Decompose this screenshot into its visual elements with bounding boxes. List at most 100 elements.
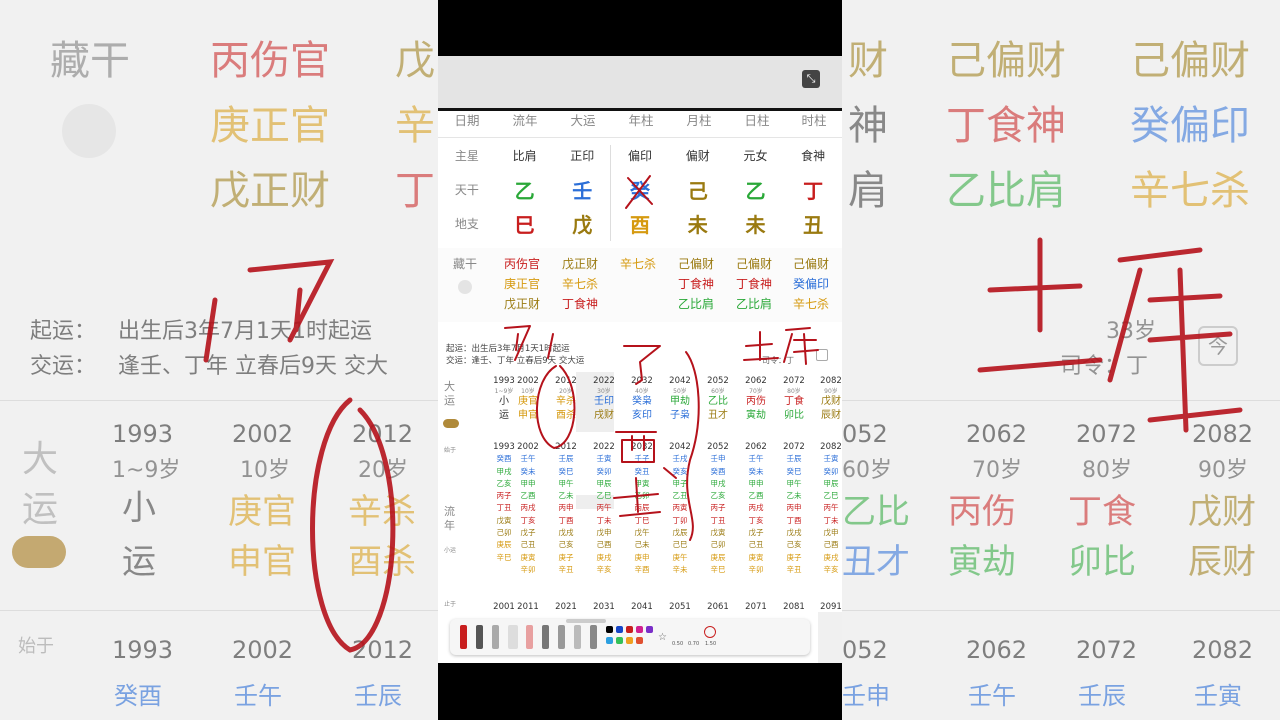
liunian-item[interactable]: 庚寅 bbox=[738, 552, 774, 564]
liunian-item[interactable]: 戊子 bbox=[738, 527, 774, 539]
size-150[interactable]: 1.50 bbox=[705, 641, 716, 647]
liunian-item[interactable]: 庚子 bbox=[548, 552, 584, 564]
liunian-item[interactable]: 乙卯 bbox=[624, 490, 660, 502]
liunian-item[interactable]: 庚辰 bbox=[700, 552, 736, 564]
liunian-item[interactable]: 壬午 bbox=[510, 453, 546, 465]
liunian-item[interactable]: 丙戌 bbox=[738, 502, 774, 514]
selected-size-icon[interactable] bbox=[704, 626, 716, 638]
liunian-item[interactable]: 庚午 bbox=[662, 552, 698, 564]
liunian-item[interactable]: 辛卯 bbox=[738, 564, 774, 576]
liunian-item[interactable]: 丁酉 bbox=[776, 515, 812, 527]
liunian-item[interactable]: 甲申 bbox=[510, 478, 546, 490]
liunian-item[interactable]: 己丑 bbox=[510, 539, 546, 551]
liunian-item[interactable]: 己亥 bbox=[548, 539, 584, 551]
liunian-item[interactable]: 己丑 bbox=[738, 539, 774, 551]
color-swatch[interactable] bbox=[616, 626, 623, 633]
color-swatch[interactable] bbox=[626, 626, 633, 633]
red-pen-tool[interactable] bbox=[460, 625, 467, 649]
liunian-item[interactable]: 丁酉 bbox=[548, 515, 584, 527]
pin-icon[interactable] bbox=[458, 280, 472, 294]
liunian-item[interactable]: 庚申 bbox=[624, 552, 660, 564]
liunian-item[interactable]: 辛未 bbox=[662, 564, 698, 576]
liunian-item[interactable]: 癸未 bbox=[510, 466, 546, 478]
color-swatch[interactable] bbox=[636, 626, 643, 633]
dayun-column[interactable]: 2002 10岁 庚官 申官 bbox=[510, 376, 546, 423]
liunian-item[interactable]: 辛亥 bbox=[586, 564, 622, 576]
toolbar-handle[interactable] bbox=[566, 619, 606, 623]
liunian-item[interactable]: 丁丑 bbox=[700, 515, 736, 527]
header-cell[interactable]: 大运 bbox=[554, 111, 612, 137]
calligraphy-tool[interactable] bbox=[590, 625, 597, 649]
liunian-item[interactable]: 壬寅 bbox=[586, 453, 622, 465]
liunian-item[interactable]: 癸卯 bbox=[813, 466, 842, 478]
liunian-item[interactable]: 庚戌 bbox=[813, 552, 842, 564]
liunian-item[interactable]: 戊子 bbox=[510, 527, 546, 539]
liunian-item[interactable]: 乙酉 bbox=[738, 490, 774, 502]
dayun-column[interactable]: 2072 80岁 丁食 卯比 bbox=[776, 376, 812, 423]
color-swatch[interactable] bbox=[606, 637, 613, 644]
liunian-item[interactable]: 丁亥 bbox=[738, 515, 774, 527]
liunian-item[interactable]: 丁未 bbox=[813, 515, 842, 527]
liunian-item[interactable]: 庚子 bbox=[776, 552, 812, 564]
liunian-item[interactable]: 癸卯 bbox=[586, 466, 622, 478]
liunian-item[interactable]: 戊辰 bbox=[662, 527, 698, 539]
liunian-item[interactable]: 乙酉 bbox=[510, 490, 546, 502]
liunian-item[interactable]: 戊寅 bbox=[700, 527, 736, 539]
liunian-item[interactable]: 甲戌 bbox=[700, 478, 736, 490]
collapse-icon[interactable]: ⤡ bbox=[802, 70, 820, 88]
dayun-column[interactable]: 2012 20岁 辛杀 酉杀 bbox=[548, 376, 584, 423]
marker-tool[interactable] bbox=[492, 625, 499, 649]
liunian-item[interactable]: 丁亥 bbox=[510, 515, 546, 527]
liunian-item[interactable]: 癸巳 bbox=[548, 466, 584, 478]
liunian-item[interactable]: 丁卯 bbox=[662, 515, 698, 527]
liunian-item[interactable]: 辛酉 bbox=[624, 564, 660, 576]
liunian-item[interactable]: 乙巳 bbox=[586, 490, 622, 502]
liunian-item[interactable]: 戊戌 bbox=[548, 527, 584, 539]
liunian-item[interactable]: 壬戌 bbox=[662, 453, 698, 465]
liunian-item[interactable]: 乙亥 bbox=[700, 490, 736, 502]
dayun-column[interactable]: 2052 60岁 乙比 丑才 bbox=[700, 376, 736, 423]
color-swatch[interactable] bbox=[606, 626, 613, 633]
size-070[interactable]: 0.70 bbox=[688, 641, 699, 647]
color-swatch[interactable] bbox=[616, 637, 623, 644]
liunian-item[interactable]: 己酉 bbox=[813, 539, 842, 551]
liunian-item[interactable]: 己卯 bbox=[700, 539, 736, 551]
liunian-item[interactable]: 丁巳 bbox=[624, 515, 660, 527]
today-icon[interactable] bbox=[816, 349, 828, 361]
liunian-item[interactable]: 丙午 bbox=[586, 502, 622, 514]
dayun-column[interactable]: 2032 40岁 癸枭 亥印 bbox=[624, 376, 660, 423]
dayun-column[interactable]: 2082 90岁 戊财 辰财 bbox=[813, 376, 842, 423]
liunian-item[interactable]: 辛丑 bbox=[776, 564, 812, 576]
liunian-item[interactable]: 乙未 bbox=[548, 490, 584, 502]
liunian-item[interactable]: 甲辰 bbox=[813, 478, 842, 490]
dayun-toggle[interactable] bbox=[443, 419, 459, 428]
dayun-column[interactable]: 2062 70岁 丙伤 寅劫 bbox=[738, 376, 774, 423]
dayun-column[interactable]: 2042 50岁 甲劫 子枭 bbox=[662, 376, 698, 423]
liunian-item[interactable]: 丁未 bbox=[586, 515, 622, 527]
liunian-item[interactable]: 戊申 bbox=[586, 527, 622, 539]
liunian-item[interactable]: 戊申 bbox=[813, 527, 842, 539]
liunian-item[interactable]: 己酉 bbox=[586, 539, 622, 551]
liunian-item[interactable]: 癸酉 bbox=[700, 466, 736, 478]
liunian-item[interactable]: 丙申 bbox=[548, 502, 584, 514]
liunian-item[interactable]: 丙寅 bbox=[662, 502, 698, 514]
liunian-item[interactable]: 壬辰 bbox=[776, 453, 812, 465]
liunian-item[interactable]: 丙戌 bbox=[510, 502, 546, 514]
liunian-item[interactable]: 乙未 bbox=[776, 490, 812, 502]
star-icon[interactable]: ☆ bbox=[658, 632, 667, 643]
liunian-item[interactable]: 己巳 bbox=[662, 539, 698, 551]
liunian-item[interactable]: 壬申 bbox=[700, 453, 736, 465]
liunian-item[interactable]: 壬子 bbox=[624, 453, 660, 465]
pencil-tool[interactable] bbox=[476, 625, 483, 649]
liunian-item[interactable]: 戊戌 bbox=[776, 527, 812, 539]
liunian-item[interactable]: 壬辰 bbox=[548, 453, 584, 465]
liunian-item[interactable]: 甲申 bbox=[738, 478, 774, 490]
liunian-item[interactable]: 戊午 bbox=[624, 527, 660, 539]
liunian-item[interactable]: 甲辰 bbox=[586, 478, 622, 490]
liunian-item[interactable]: 甲寅 bbox=[624, 478, 660, 490]
liunian-item[interactable]: 庚戌 bbox=[586, 552, 622, 564]
size-050[interactable]: 0.50 bbox=[672, 641, 683, 647]
liunian-item[interactable]: 庚寅 bbox=[510, 552, 546, 564]
liunian-item[interactable]: 癸丑 bbox=[624, 466, 660, 478]
liunian-item[interactable]: 丙申 bbox=[776, 502, 812, 514]
